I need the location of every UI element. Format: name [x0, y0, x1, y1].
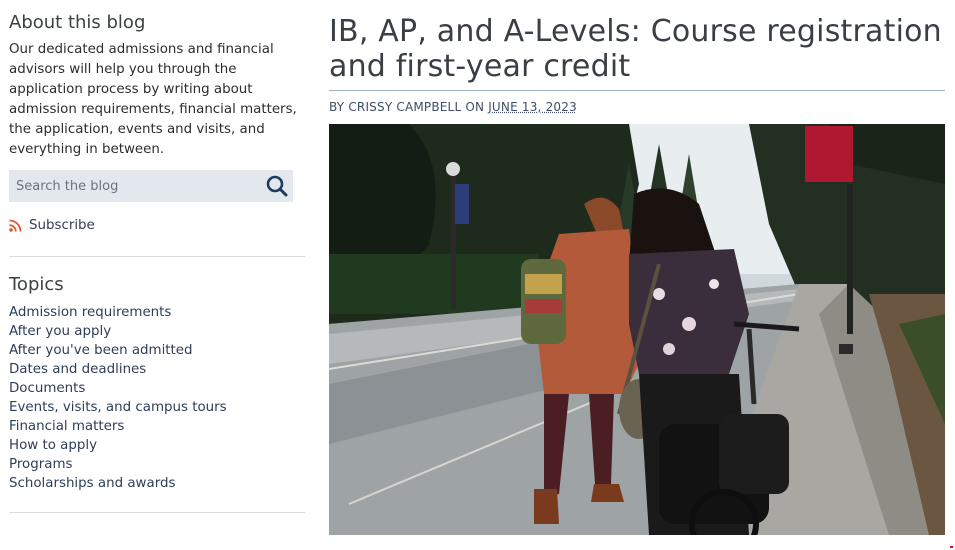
subscribe-link[interactable]: Subscribe: [9, 215, 95, 235]
title-divider: [329, 90, 945, 91]
featured-photo: [329, 124, 945, 535]
about-text: Our dedicated admissions and financial a…: [9, 42, 297, 157]
byline-prefix: BY: [329, 100, 349, 114]
topic-link[interactable]: How to apply: [9, 436, 227, 455]
post-image: [329, 124, 945, 535]
search-box: [9, 170, 293, 202]
post-date: JUNE 13, 2023: [488, 100, 577, 114]
topic-link[interactable]: Financial matters: [9, 417, 227, 436]
topic-link[interactable]: Programs: [9, 455, 227, 474]
topic-link[interactable]: Documents: [9, 379, 227, 398]
topics-list: Admission requirements After you apply A…: [9, 303, 227, 493]
post-title: IB, AP, and A-Levels: Course registratio…: [329, 14, 942, 84]
byline: BY CRISSY CAMPBELL ON JUNE 13, 2023: [329, 100, 577, 114]
divider: [9, 512, 305, 513]
topics-title: Topics: [9, 274, 64, 295]
corner-mark: [950, 546, 953, 548]
topic-link[interactable]: Dates and deadlines: [9, 360, 227, 379]
topic-link[interactable]: Admission requirements: [9, 303, 227, 322]
byline-on: ON: [461, 100, 489, 114]
rss-icon: [9, 219, 22, 232]
search-input[interactable]: [9, 170, 266, 202]
subscribe-label: Subscribe: [29, 217, 95, 233]
topic-link[interactable]: Events, visits, and campus tours: [9, 398, 227, 417]
about-title: About this blog: [9, 12, 146, 33]
author-name: CRISSY CAMPBELL: [348, 100, 462, 114]
topic-link[interactable]: After you've been admitted: [9, 341, 227, 360]
topic-link[interactable]: After you apply: [9, 322, 227, 341]
search-icon: [266, 175, 288, 197]
divider: [9, 256, 305, 257]
search-button[interactable]: [263, 173, 291, 199]
topic-link[interactable]: Scholarships and awards: [9, 474, 227, 493]
